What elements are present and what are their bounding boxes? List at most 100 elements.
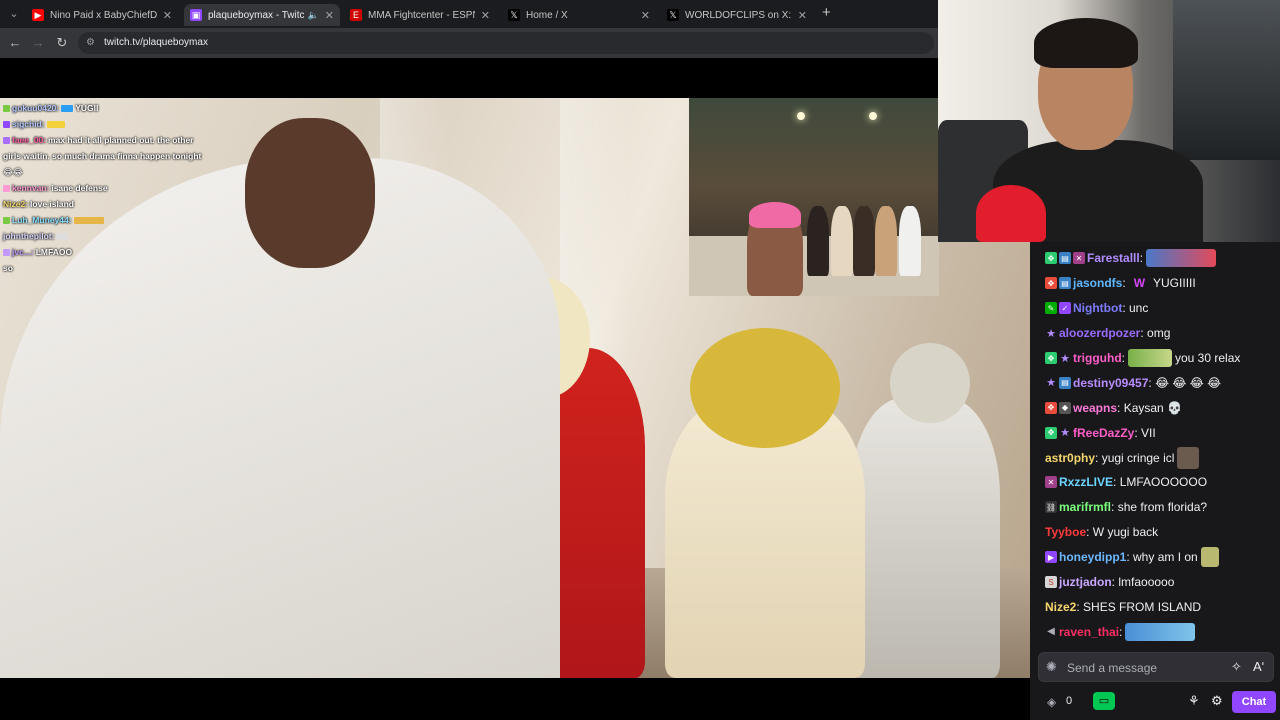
- tab-espn[interactable]: E MMA Fightcenter - ESPN ✕: [344, 4, 496, 26]
- chat-message: Nize2: SHES FROM ISLAND: [1045, 599, 1202, 614]
- chat-messages[interactable]: ✥ ▤ ✕ Farestalll: ✥ ▤ jasondfs: W YUGIII…: [1030, 246, 1280, 644]
- screen: ⌄ ▶ Nino Paid x BabyChiefDoit x Pla ✕ ▣ …: [0, 0, 1280, 720]
- x-logo-icon: 𝕏: [508, 9, 520, 21]
- forward-icon[interactable]: →: [29, 34, 47, 52]
- chat-message: S juztjadon: lmfaooooo: [1030, 570, 1280, 595]
- close-icon[interactable]: ✕: [641, 9, 650, 22]
- tab-label: MMA Fightcenter - ESPN: [368, 9, 475, 21]
- chat-message: ✕ RxzzLIVE: LMFAOOOOOO: [1030, 470, 1280, 495]
- browser-chrome: ⌄ ▶ Nino Paid x BabyChiefDoit x Pla ✕ ▣ …: [0, 0, 938, 58]
- video-chat-line: 😂😂: [3, 167, 23, 177]
- address-bar[interactable]: ⚙ twitch.tv/plaqueboymax: [78, 32, 934, 54]
- tab-x-post[interactable]: 𝕏 WORLDOFCLIPS on X: "Mrbeas ✕: [661, 4, 813, 26]
- badge-icon: ✥: [1045, 352, 1057, 364]
- tab-label: plaqueboymax - Twitch: [208, 9, 304, 21]
- close-icon[interactable]: ✕: [798, 9, 807, 22]
- chat-message: ✥ ▤ ✕ Farestalll:: [1030, 246, 1280, 271]
- person: [853, 206, 875, 276]
- verified-icon: ✓: [1059, 302, 1071, 315]
- chat-message: ⛓ marifrmfl: she from florida?: [1045, 500, 1208, 515]
- person: [690, 328, 840, 448]
- reload-icon[interactable]: ↻: [53, 34, 71, 52]
- back-icon[interactable]: ←: [6, 34, 24, 52]
- badge-icon: ✕: [1073, 252, 1085, 265]
- emote-icon: [46, 120, 65, 128]
- tab-search-icon[interactable]: ⌄: [6, 6, 22, 22]
- star-icon: ★: [1046, 377, 1056, 390]
- chat-panel: ✥ ▤ ✕ Farestalll: ✥ ▤ jasondfs: W YUGIII…: [1030, 242, 1280, 720]
- settings-badge-icon[interactable]: ✺: [1046, 660, 1057, 674]
- person: [831, 206, 853, 276]
- tab-label: Nino Paid x BabyChiefDoit x Pla: [50, 9, 157, 21]
- tab-youtube[interactable]: ▶ Nino Paid x BabyChiefDoit x Pla ✕: [26, 4, 178, 26]
- chat-input-placeholder: Send a message: [1067, 661, 1158, 675]
- video-chat-line: sigchid:: [0, 116, 250, 132]
- chat-send-button[interactable]: Chat: [1232, 691, 1276, 713]
- channel-points-icon[interactable]: ◈: [1047, 695, 1056, 709]
- star-icon: ★: [1060, 427, 1070, 440]
- video-chat-line: kennvan: isane defense: [0, 180, 250, 196]
- close-icon[interactable]: ✕: [325, 9, 334, 22]
- chat-message: ★ ▤ destiny09457: 😂 😂 😂 😂: [1046, 375, 1222, 390]
- chat-message: ✥ ▤ jasondfs: W YUGIIIII: [1030, 271, 1280, 296]
- sparkle-icon[interactable]: ✧: [1231, 659, 1242, 675]
- star-icon: ★: [1060, 352, 1070, 365]
- chat-input[interactable]: ✺ Send a message ✧ Aʹ: [1038, 652, 1274, 682]
- chat-message: ◀ raven_thai:: [1030, 619, 1280, 644]
- twitch-icon: ▣: [190, 9, 202, 21]
- microphone-icon: [976, 185, 1046, 242]
- video-badge-icon: ▶: [1045, 551, 1057, 564]
- speaker-icon[interactable]: 🔈: [308, 10, 319, 21]
- activity-icon[interactable]: ⚘: [1188, 693, 1200, 709]
- tab-label: WORLDOFCLIPS on X: "Mrbeas: [685, 9, 792, 21]
- badge-icon: ⛓: [1045, 501, 1057, 514]
- emote-icon: [1200, 547, 1219, 568]
- chat-message: ★ aloozerdpozer: omg: [1046, 326, 1171, 341]
- badge-icon: ✥: [1045, 277, 1057, 290]
- close-icon[interactable]: ✕: [481, 9, 490, 22]
- emote-icon: [1146, 249, 1217, 268]
- emote-icon: [1125, 622, 1196, 641]
- badge-icon: ▤: [1059, 277, 1071, 290]
- gear-icon[interactable]: ⚙: [1211, 693, 1223, 709]
- youtube-icon: ▶: [32, 9, 44, 21]
- video-chat-line: jvc...: LMFAOO: [0, 244, 250, 260]
- video-chat-line: faee_00: max had it all planned out. the …: [0, 132, 250, 148]
- x-logo-icon: 𝕏: [667, 9, 679, 21]
- video-chat-line: girls waitin. so much drama finna happen…: [3, 151, 202, 161]
- emote-icon: [61, 104, 74, 112]
- espn-icon: E: [350, 9, 362, 21]
- tab-twitch[interactable]: ▣ plaqueboymax - Twitch 🔈 ✕: [184, 4, 340, 26]
- badge-icon: S: [1045, 576, 1057, 589]
- moderator-icon: ✎: [1045, 302, 1057, 315]
- badge-icon: ▤: [1059, 252, 1071, 265]
- badge-icon: ✥: [1045, 401, 1057, 414]
- chat-message: ✥ ◆ weapns: Kaysan 💀: [1030, 395, 1280, 420]
- emote-icon: [1128, 349, 1172, 367]
- person: [875, 206, 897, 276]
- video-chat-overlay: gokuu0420: YUGII sigchid: faee_00: max had…: [0, 100, 250, 276]
- badge-icon: ◆: [1059, 401, 1071, 414]
- badge-icon: ✕: [1045, 476, 1057, 489]
- badge-icon: [3, 120, 10, 128]
- badge-icon: [3, 248, 10, 256]
- url-text: twitch.tv/plaqueboymax: [104, 37, 208, 48]
- browser-toolbar: ← → ↻ ⚙ twitch.tv/plaqueboymax: [0, 28, 938, 58]
- claim-bonus-icon[interactable]: ▭: [1093, 692, 1115, 710]
- badge-icon: ▤: [1059, 376, 1071, 389]
- translate-icon[interactable]: Aʹ: [1253, 659, 1264, 674]
- badge-icon: [3, 216, 10, 224]
- tab-bar: ⌄ ▶ Nino Paid x BabyChiefDoit x Pla ✕ ▣ …: [0, 0, 938, 28]
- points-count: 0: [1066, 695, 1073, 707]
- video-chat-line: so: [3, 263, 13, 273]
- new-tab-icon[interactable]: +: [822, 4, 831, 21]
- video-chat-line: gokuu0420: YUGII: [0, 100, 250, 116]
- picture-in-picture: [689, 98, 939, 296]
- person: [890, 343, 970, 423]
- person: [245, 118, 375, 268]
- site-info-icon[interactable]: ⚙: [86, 37, 98, 49]
- tab-x-home[interactable]: 𝕏 Home / X ✕: [502, 4, 656, 26]
- close-icon[interactable]: ✕: [163, 9, 172, 22]
- video-chat-line: Nize2: love island: [3, 199, 74, 209]
- webcam-feed: [938, 0, 1280, 242]
